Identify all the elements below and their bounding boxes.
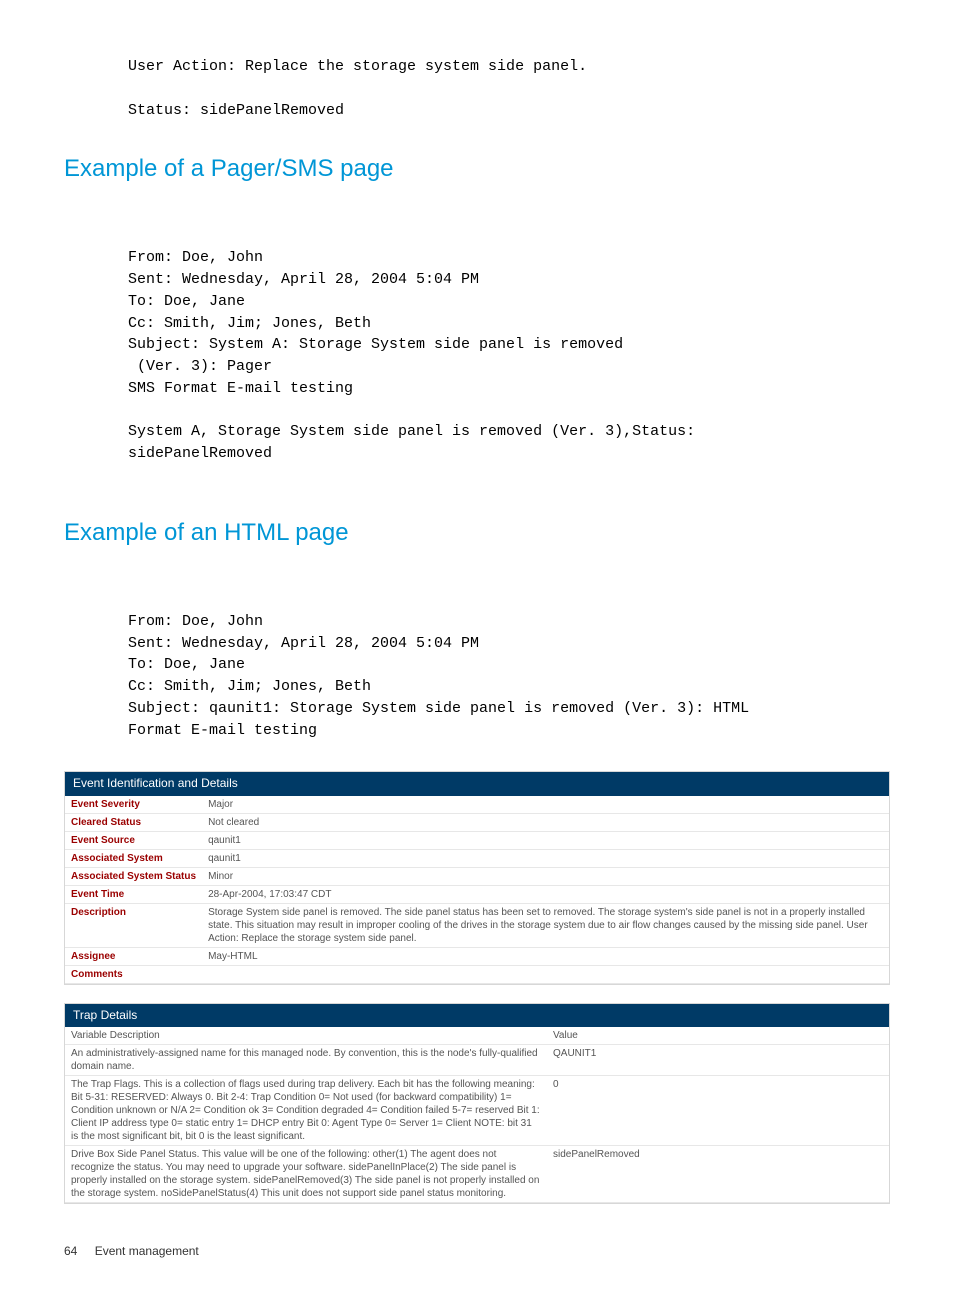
- event-row-value: Minor: [202, 867, 889, 885]
- event-row-value: [202, 965, 889, 983]
- pager-email-block: From: Doe, John Sent: Wednesday, April 2…: [128, 247, 890, 465]
- event-row-label: Cleared Status: [65, 813, 202, 831]
- pager-from: From: Doe, John: [128, 249, 263, 266]
- trap-header-row: Variable Description Value: [65, 1027, 889, 1045]
- event-row: Event SeverityMajor: [65, 796, 889, 814]
- event-row-value: May-HTML: [202, 947, 889, 965]
- event-row: DescriptionStorage System side panel is …: [65, 903, 889, 947]
- event-row: Event Sourceqaunit1: [65, 831, 889, 849]
- footer-title: Event management: [95, 1244, 199, 1258]
- trap-row-desc: The Trap Flags. This is a collection of …: [65, 1076, 547, 1146]
- html-email-block: From: Doe, John Sent: Wednesday, April 2…: [128, 611, 890, 742]
- event-row-label: Associated System: [65, 849, 202, 867]
- event-row-label: Event Source: [65, 831, 202, 849]
- trap-row-value: QAUNIT1: [547, 1045, 889, 1076]
- intro-block: User Action: Replace the storage system …: [128, 56, 890, 121]
- html-from: From: Doe, John: [128, 613, 263, 630]
- intro-status: Status: sidePanelRemoved: [128, 102, 344, 119]
- event-row-label: Associated System Status: [65, 867, 202, 885]
- pager-body-2: sidePanelRemoved: [128, 445, 272, 462]
- pager-format: SMS Format E-mail testing: [128, 380, 353, 397]
- pager-cc: Cc: Smith, Jim; Jones, Beth: [128, 315, 371, 332]
- html-subject: Subject: qaunit1: Storage System side pa…: [128, 700, 749, 717]
- event-row: Comments: [65, 965, 889, 983]
- event-row: Associated Systemqaunit1: [65, 849, 889, 867]
- event-row-label: Description: [65, 903, 202, 947]
- trap-row-desc: Drive Box Side Panel Status. This value …: [65, 1146, 547, 1203]
- html-cc: Cc: Smith, Jim; Jones, Beth: [128, 678, 371, 695]
- pager-sent: Sent: Wednesday, April 28, 2004 5:04 PM: [128, 271, 479, 288]
- trap-row: The Trap Flags. This is a collection of …: [65, 1076, 889, 1146]
- event-row-label: Event Time: [65, 885, 202, 903]
- trap-header-val: Value: [547, 1027, 889, 1045]
- event-row-value: Major: [202, 796, 889, 814]
- trap-panel-title: Trap Details: [65, 1004, 889, 1028]
- intro-user-action: User Action: Replace the storage system …: [128, 58, 587, 75]
- event-row-label: Comments: [65, 965, 202, 983]
- event-row: Cleared StatusNot cleared: [65, 813, 889, 831]
- trap-table: Variable Description Value An administra…: [65, 1027, 889, 1203]
- pager-subject-2: (Ver. 3): Pager: [128, 358, 272, 375]
- html-to: To: Doe, Jane: [128, 656, 245, 673]
- event-row-value: 28-Apr-2004, 17:03:47 CDT: [202, 885, 889, 903]
- event-row: AssigneeMay-HTML: [65, 947, 889, 965]
- event-row-label: Assignee: [65, 947, 202, 965]
- trap-details-panel: Trap Details Variable Description Value …: [64, 1003, 890, 1205]
- event-row-value: Storage System side panel is removed. Th…: [202, 903, 889, 947]
- html-format: Format E-mail testing: [128, 722, 317, 739]
- event-table: Event SeverityMajorCleared StatusNot cle…: [65, 796, 889, 984]
- event-row-value: qaunit1: [202, 831, 889, 849]
- event-identification-panel: Event Identification and Details Event S…: [64, 771, 890, 985]
- event-panel-title: Event Identification and Details: [65, 772, 889, 796]
- event-row-value: Not cleared: [202, 813, 889, 831]
- event-row: Event Time28-Apr-2004, 17:03:47 CDT: [65, 885, 889, 903]
- event-row: Associated System StatusMinor: [65, 867, 889, 885]
- heading-pager: Example of a Pager/SMS page: [64, 155, 890, 183]
- pager-to: To: Doe, Jane: [128, 293, 245, 310]
- heading-html: Example of an HTML page: [64, 519, 890, 547]
- pager-body-1: System A, Storage System side panel is r…: [128, 423, 695, 440]
- page-footer: 64 Event management: [64, 1244, 890, 1258]
- html-sent: Sent: Wednesday, April 28, 2004 5:04 PM: [128, 635, 479, 652]
- trap-row-value: sidePanelRemoved: [547, 1146, 889, 1203]
- trap-row: An administratively-assigned name for th…: [65, 1045, 889, 1076]
- event-row-value: qaunit1: [202, 849, 889, 867]
- event-row-label: Event Severity: [65, 796, 202, 814]
- trap-row-value: 0: [547, 1076, 889, 1146]
- trap-row-desc: An administratively-assigned name for th…: [65, 1045, 547, 1076]
- page-number: 64: [64, 1244, 77, 1258]
- trap-row: Drive Box Side Panel Status. This value …: [65, 1146, 889, 1203]
- trap-header-desc: Variable Description: [65, 1027, 547, 1045]
- pager-subject-1: Subject: System A: Storage System side p…: [128, 336, 623, 353]
